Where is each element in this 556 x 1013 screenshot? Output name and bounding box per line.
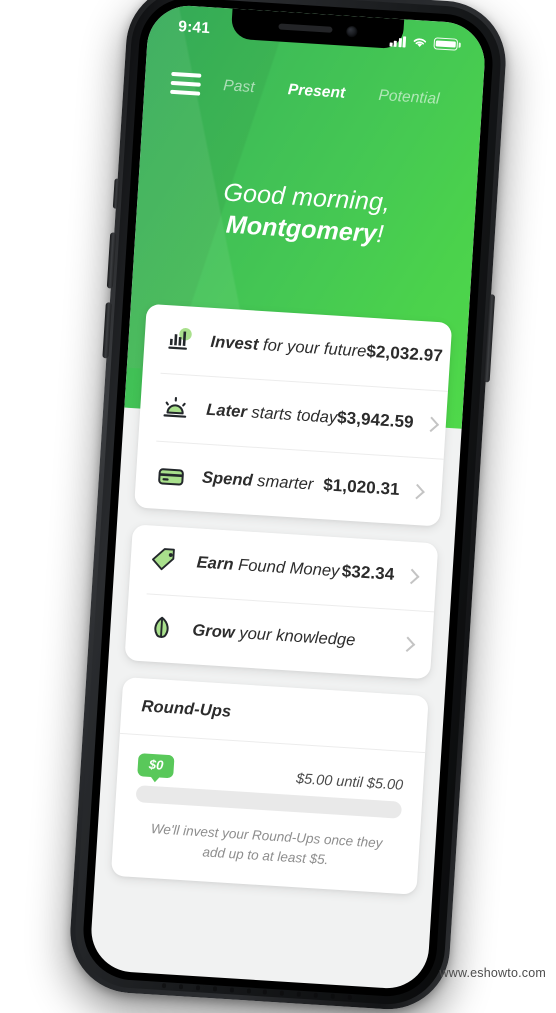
- row-later-amount: $3,942.59: [336, 407, 415, 432]
- tab-present[interactable]: Present: [287, 81, 346, 103]
- leaf-icon: [144, 614, 180, 642]
- row-later-label: Later starts today: [205, 400, 338, 427]
- extras-card: Earn Found Money $32.34 Grow your knowle…: [124, 524, 439, 680]
- roundups-progress-fill: [135, 785, 137, 803]
- greeting-punctuation: !: [375, 220, 385, 249]
- phone-screen: 9:41 Past Present Potential Good morning…: [88, 3, 488, 991]
- scene: 9:41 Past Present Potential Good morning…: [0, 0, 556, 1013]
- accounts-card: Invest for your future $2,032.97 Later s…: [134, 303, 453, 527]
- greeting-user-name: Montgomery: [225, 210, 378, 249]
- roundups-goal-text: $5.00 until $5.00: [295, 771, 404, 794]
- hamburger-menu-icon[interactable]: [170, 72, 202, 96]
- chevron-right-icon: [399, 636, 416, 652]
- sunrise-icon: [158, 394, 194, 422]
- status-bar-time: 9:41: [177, 18, 211, 38]
- tab-past[interactable]: Past: [223, 77, 255, 97]
- battery-icon: [433, 37, 459, 51]
- chevron-right-icon: [423, 416, 439, 432]
- cellular-signal-icon: [389, 35, 407, 47]
- watermark: www.eshowto.com: [439, 966, 546, 980]
- status-bar-indicators: [389, 35, 459, 51]
- greeting-block: Good morning, Montgomery!: [135, 171, 476, 256]
- roundups-card: Round-Ups $0 $5.00 until $5.00 We'll inv…: [110, 677, 429, 895]
- main-content: Invest for your future $2,032.97 Later s…: [89, 303, 468, 991]
- top-navigation-bar: Past Present Potential: [144, 61, 484, 122]
- row-spend-amount: $1,020.31: [322, 475, 401, 499]
- row-invest-label: Invest for your future: [210, 332, 367, 361]
- row-earn-label: Earn Found Money: [196, 552, 340, 580]
- tab-potential[interactable]: Potential: [378, 87, 440, 109]
- chevron-right-icon: [409, 483, 425, 499]
- credit-card-icon: [153, 462, 189, 490]
- section-tabs: Past Present Potential: [200, 76, 457, 110]
- row-spend-label: Spend smarter: [201, 468, 315, 494]
- roundups-body: $0 $5.00 until $5.00 We'll invest your R…: [111, 734, 425, 895]
- chevron-right-icon: [404, 568, 420, 584]
- row-invest-amount: $2,032.97: [365, 341, 444, 366]
- row-earn-amount: $32.34: [341, 561, 395, 584]
- roundups-note: We'll invest your Round-Ups once they ad…: [150, 821, 383, 867]
- wifi-icon: [413, 38, 427, 47]
- row-grow-label: Grow your knowledge: [191, 620, 357, 649]
- bar-chart-icon: [162, 326, 198, 354]
- phone-device: 9:41 Past Present Potential Good morning…: [66, 0, 510, 1013]
- price-tag-icon: [148, 546, 184, 574]
- roundups-amount-badge: $0: [137, 753, 176, 779]
